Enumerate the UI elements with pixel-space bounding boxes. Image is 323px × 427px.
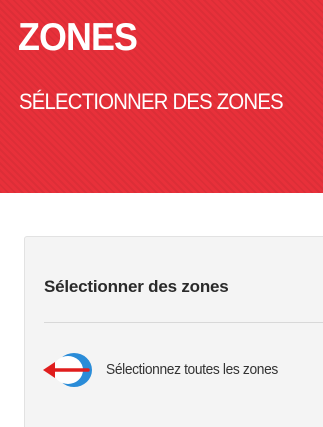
card-title: Sélectionner des zones <box>44 277 229 296</box>
page-header: ZONES SÉLECTIONNER DES ZONES <box>0 0 323 193</box>
page-subtitle: SÉLECTIONNER DES ZONES <box>19 89 284 114</box>
select-all-zones-option[interactable]: Sélectionnez toutes les zones <box>41 350 323 390</box>
select-all-toggle-icon[interactable] <box>41 350 95 390</box>
zones-selection-card: Sélectionner des zones Sélectionnez tout… <box>24 236 323 427</box>
select-all-label: Sélectionnez toutes les zones <box>106 361 278 378</box>
card-divider <box>44 322 323 323</box>
page-title: ZONES <box>18 16 138 59</box>
